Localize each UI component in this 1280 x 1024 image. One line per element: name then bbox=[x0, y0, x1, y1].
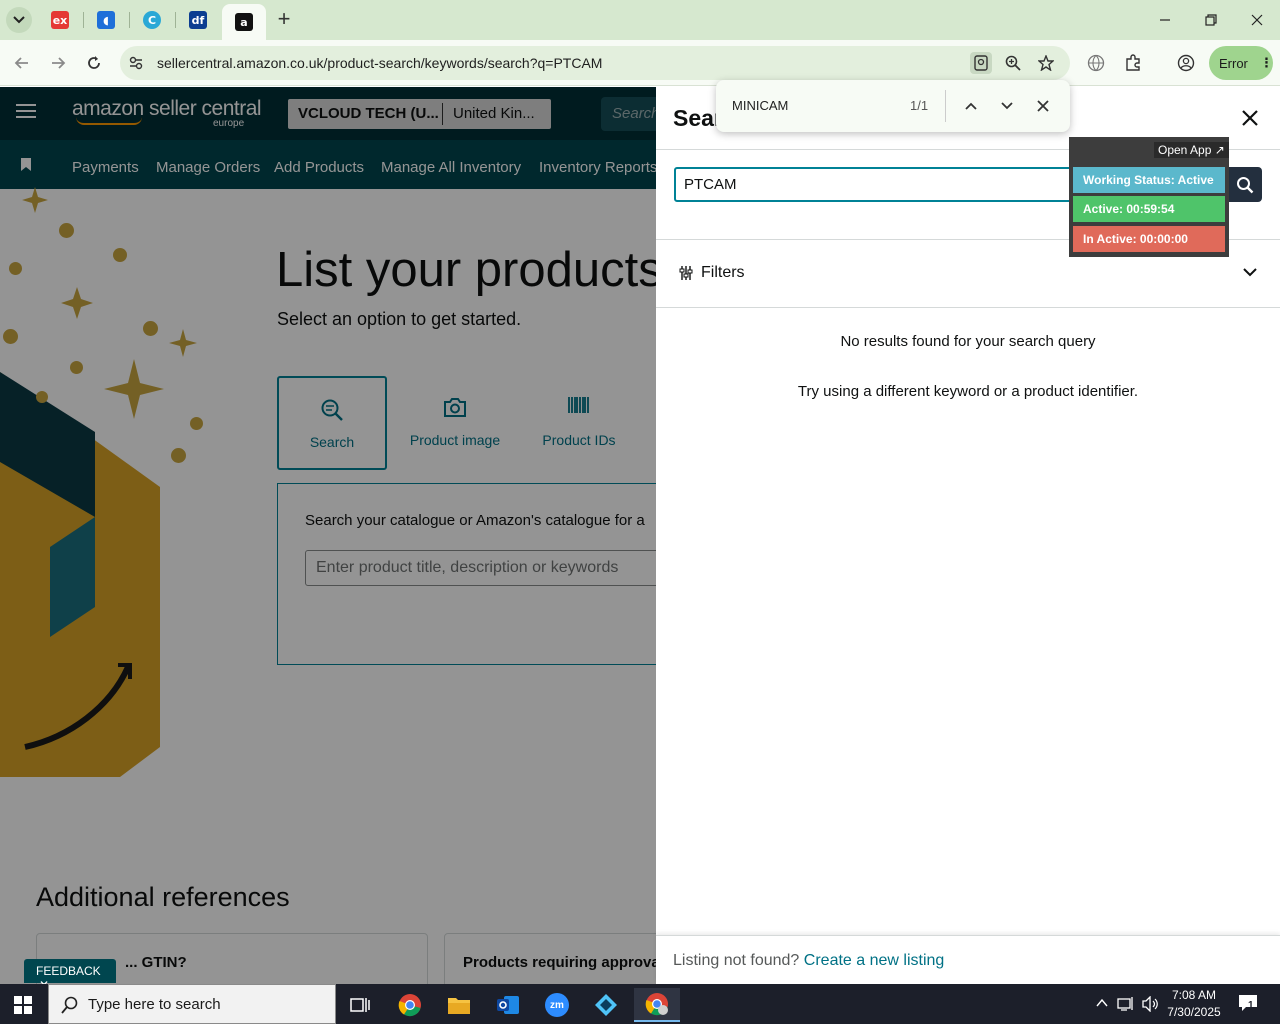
taskbar-app-diamond[interactable] bbox=[586, 988, 626, 1022]
feedback-label: FEEDBACK bbox=[36, 964, 101, 978]
active-timer: Active: 00:59:54 bbox=[1073, 196, 1225, 222]
address-bar[interactable]: sellercentral.amazon.co.uk/product-searc… bbox=[120, 46, 1070, 80]
profile-icon[interactable] bbox=[1175, 52, 1197, 74]
taskbar-search-box[interactable]: Type here to search bbox=[48, 984, 336, 1024]
show-hidden-icons-chevron-icon[interactable] bbox=[1096, 998, 1108, 1008]
chevron-up-icon bbox=[965, 102, 977, 110]
close-window-button[interactable] bbox=[1242, 8, 1272, 32]
folder-icon bbox=[448, 998, 470, 1014]
try-different-message: Try using a different keyword or a produ… bbox=[797, 383, 1139, 400]
site-info-icon[interactable] bbox=[126, 53, 146, 73]
divider bbox=[945, 90, 946, 122]
restore-icon bbox=[1205, 14, 1217, 26]
close-icon bbox=[1037, 100, 1049, 112]
volume-icon[interactable] bbox=[1141, 996, 1159, 1012]
filter-sliders-icon bbox=[679, 266, 693, 280]
bookmark-star-icon[interactable] bbox=[1036, 53, 1056, 73]
task-view-button[interactable] bbox=[340, 988, 380, 1022]
arrow-left-icon bbox=[14, 57, 28, 69]
clock-time: 7:08 AM bbox=[1171, 988, 1217, 1002]
arrow-right-icon bbox=[52, 57, 66, 69]
df-favicon-icon: df bbox=[189, 11, 207, 29]
listing-not-found-label: Listing not found? bbox=[673, 952, 800, 969]
ex-favicon-icon: ex bbox=[51, 11, 69, 29]
translate-globe-icon[interactable] bbox=[1085, 52, 1107, 74]
panel-search-button[interactable] bbox=[1228, 167, 1262, 202]
taskbar-chrome-profile-active[interactable] bbox=[634, 988, 680, 1022]
taskbar-zoom[interactable]: zm bbox=[537, 988, 577, 1022]
search-icon bbox=[61, 996, 78, 1014]
taskbar-search-placeholder: Type here to search bbox=[88, 996, 221, 1013]
c-favicon-icon: C bbox=[143, 11, 161, 29]
chrome-profile-icon bbox=[645, 993, 668, 1016]
search-icon bbox=[1237, 176, 1254, 193]
windows-start-icon[interactable] bbox=[14, 996, 32, 1014]
no-results-message: No results found for your search query bbox=[840, 333, 1096, 350]
browser-toolbar: sellercentral.amazon.co.uk/product-searc… bbox=[0, 40, 1280, 86]
tab-separator bbox=[83, 12, 84, 28]
zoom-icon[interactable] bbox=[1003, 53, 1023, 73]
browser-tab-4[interactable]: df bbox=[179, 6, 217, 34]
forward-button[interactable] bbox=[46, 51, 70, 75]
diamond-app-icon bbox=[595, 994, 617, 1016]
url-text: sellercentral.amazon.co.uk/product-searc… bbox=[157, 55, 603, 71]
panel-footer: Listing not found? Create a new listing bbox=[656, 935, 1280, 984]
restore-button[interactable] bbox=[1196, 8, 1226, 32]
browser-tab-2[interactable]: ◖ bbox=[87, 6, 125, 34]
minimize-button[interactable] bbox=[1150, 8, 1180, 32]
find-match-count: 1/1 bbox=[910, 98, 929, 113]
windows-taskbar: Type here to search zm 7:08 AM 7/30/2025… bbox=[0, 984, 1280, 1024]
feedback-tab[interactable]: FEEDBACK ✕ bbox=[24, 959, 116, 984]
tab-search-dropdown[interactable] bbox=[6, 7, 32, 33]
back-button[interactable] bbox=[10, 51, 34, 75]
find-close-button[interactable] bbox=[1032, 95, 1054, 117]
listing-not-found-text: Listing not found? Create a new listing bbox=[673, 952, 944, 970]
inactive-timer: In Active: 00:00:00 bbox=[1073, 226, 1225, 252]
error-label: Error bbox=[1219, 55, 1248, 71]
close-icon bbox=[1251, 14, 1263, 26]
working-status-widget: Open App ↗ Working Status: Active Active… bbox=[1069, 137, 1229, 257]
open-app-button[interactable]: Open App ↗ bbox=[1154, 142, 1229, 158]
taskbar-file-explorer[interactable] bbox=[439, 988, 479, 1022]
amazon-favicon-icon: a bbox=[235, 13, 253, 31]
find-in-page-bar: MINICAM 1/1 bbox=[716, 80, 1070, 132]
browser-tab-strip: ex ◖ C df a + bbox=[0, 0, 1280, 40]
working-status-badge: Working Status: Active bbox=[1073, 167, 1225, 193]
reload-icon bbox=[88, 56, 100, 69]
close-panel-icon[interactable] bbox=[1239, 107, 1261, 129]
browser-tab-amazon-active[interactable]: a bbox=[222, 4, 266, 40]
outlook-icon bbox=[497, 996, 519, 1014]
tab-separator bbox=[129, 12, 130, 28]
extensions-puzzle-icon[interactable] bbox=[1122, 52, 1144, 74]
notification-center-button[interactable]: 1 bbox=[1238, 994, 1258, 1017]
find-previous-button[interactable] bbox=[960, 95, 982, 117]
reload-button[interactable] bbox=[82, 51, 106, 75]
kebab-menu-icon: ⋮ bbox=[1259, 55, 1273, 70]
notification-count: 1 bbox=[1248, 1000, 1254, 1011]
network-icon[interactable] bbox=[1117, 996, 1135, 1012]
zoom-app-icon: zm bbox=[545, 993, 569, 1017]
find-next-button[interactable] bbox=[996, 95, 1018, 117]
lens-icon[interactable] bbox=[970, 52, 992, 74]
minimize-icon bbox=[1160, 19, 1170, 21]
task-view-icon bbox=[350, 998, 370, 1012]
taskbar-outlook[interactable] bbox=[488, 988, 528, 1022]
taskbar-chrome[interactable] bbox=[390, 988, 430, 1022]
clock-date: 7/30/2025 bbox=[1167, 1005, 1221, 1019]
browser-tab-3[interactable]: C bbox=[133, 6, 171, 34]
chevron-down-icon bbox=[13, 16, 25, 24]
chevron-down-icon bbox=[1001, 102, 1013, 110]
divider bbox=[656, 307, 1280, 308]
find-input[interactable]: MINICAM bbox=[732, 98, 788, 113]
tab-separator bbox=[175, 12, 176, 28]
filters-toggle[interactable]: Filters bbox=[701, 264, 745, 282]
new-tab-button[interactable]: + bbox=[272, 8, 296, 32]
browser-tab-1[interactable]: ex bbox=[41, 6, 79, 34]
blue-app-favicon-icon: ◖ bbox=[97, 11, 115, 29]
profile-error-button[interactable]: Error ⋮ bbox=[1209, 46, 1273, 80]
chevron-down-icon[interactable] bbox=[1243, 267, 1257, 277]
chrome-icon bbox=[398, 994, 421, 1017]
create-new-listing-link[interactable]: Create a new listing bbox=[804, 952, 945, 969]
system-clock[interactable]: 7:08 AM 7/30/2025 bbox=[1162, 987, 1226, 1021]
